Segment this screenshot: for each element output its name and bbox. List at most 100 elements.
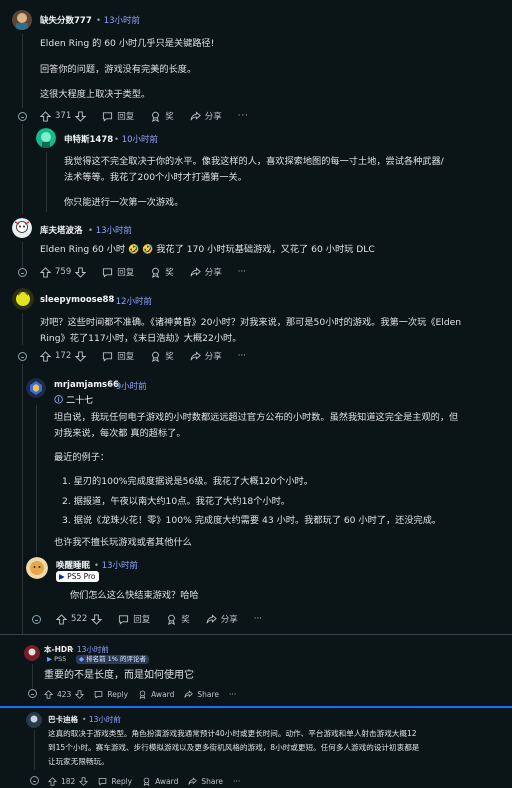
award-button[interactable]: 奖 xyxy=(166,613,190,625)
downvote-icon[interactable] xyxy=(91,613,103,625)
downvote-icon[interactable] xyxy=(75,350,87,362)
vote-control: 182 xyxy=(48,776,89,786)
username[interactable]: 缺失分数777 xyxy=(40,14,92,26)
reply-button[interactable]: 回复 xyxy=(102,110,134,122)
comment-actions: 423 Reply Award Share ··· xyxy=(44,687,252,701)
collapse-thread-button[interactable] xyxy=(18,352,27,361)
more-options-button[interactable]: ··· xyxy=(238,267,246,277)
collapse-thread-button[interactable] xyxy=(28,689,37,698)
divider xyxy=(0,634,512,635)
share-button[interactable]: 分享 xyxy=(190,350,222,362)
emoji: 🤣 🤣 xyxy=(128,245,154,255)
comment-text: Elden Ring 的 60 小时几乎只是关键路径! xyxy=(40,38,215,49)
username[interactable]: 本-HDR xyxy=(44,644,73,655)
comment-icon xyxy=(103,351,113,362)
downvote-icon[interactable] xyxy=(75,110,87,122)
username[interactable]: 唤醒睡眠 xyxy=(56,559,90,571)
award-button[interactable]: 奖 xyxy=(150,350,174,362)
thread-line xyxy=(36,405,37,555)
upvote-icon[interactable] xyxy=(40,110,51,122)
avatar[interactable] xyxy=(12,10,32,30)
share-button[interactable]: Share xyxy=(188,777,223,786)
award-button[interactable]: Award xyxy=(138,690,174,699)
award-button[interactable]: 奖 xyxy=(150,266,174,278)
share-icon xyxy=(188,776,198,785)
reply-label: Reply xyxy=(111,776,133,786)
award-button[interactable]: 奖 xyxy=(150,110,174,122)
user-flair: ▶ PS5 xyxy=(44,655,69,664)
comment-text: 这很大程度上取决于类型。 xyxy=(40,89,151,100)
avatar[interactable] xyxy=(36,128,56,148)
more-icon: ··· xyxy=(229,689,237,699)
collapse-thread-button[interactable] xyxy=(18,112,27,121)
avatar[interactable] xyxy=(12,218,32,238)
comment-text-part: 我花了 170 小时玩基础游戏，又花了 60 小时玩 DLC xyxy=(156,244,375,255)
reply-button[interactable]: Reply xyxy=(94,690,128,699)
more-options-button[interactable]: ··· xyxy=(238,351,246,361)
more-options-button[interactable]: ··· xyxy=(238,111,249,121)
upvote-icon[interactable] xyxy=(48,776,57,786)
award-label: 奖 xyxy=(165,352,174,362)
downvote-icon[interactable] xyxy=(75,689,85,699)
more-icon: ··· xyxy=(237,111,249,121)
share-label: 分享 xyxy=(204,112,222,122)
username[interactable]: 库夫塔波洛 xyxy=(40,224,83,236)
award-icon xyxy=(152,267,160,278)
flair-text: PS5 xyxy=(54,655,67,663)
reply-label: 回复 xyxy=(117,352,135,362)
reply-label: 回复 xyxy=(117,112,135,122)
downvote-icon[interactable] xyxy=(75,266,87,278)
comment-text: 对我来说，每次都 真的超标了。 xyxy=(54,428,186,439)
award-icon xyxy=(143,777,150,786)
share-button[interactable]: 分享 xyxy=(190,266,222,278)
reply-button[interactable]: Reply xyxy=(98,777,132,786)
flair-text: 二十七 xyxy=(66,396,94,406)
avatar[interactable] xyxy=(26,557,48,579)
upvote-icon[interactable] xyxy=(44,689,53,699)
vote-count: 423 xyxy=(57,689,72,699)
thread-line xyxy=(32,664,33,688)
more-options-button[interactable]: ··· xyxy=(233,777,240,786)
collapse-thread-button[interactable] xyxy=(18,268,27,277)
comment-text: 坦白说，我玩任何电子游戏的小时数都远远超过官方公布的小时数。虽然我知道这完全是主… xyxy=(54,412,459,423)
username[interactable]: 申特斯1478 xyxy=(64,133,113,145)
timestamp: • 13小时前 xyxy=(70,645,109,654)
share-button[interactable]: 分享 xyxy=(190,110,222,122)
comment-text: 这真的取决于游戏类型。角色扮演游戏我通常预计40小时或更长时间。动作、平台游戏和… xyxy=(48,729,417,738)
share-button[interactable]: Share xyxy=(184,690,219,699)
upvote-icon[interactable] xyxy=(40,350,51,362)
vote-control: 759 xyxy=(40,266,87,278)
avatar[interactable] xyxy=(24,645,40,661)
award-icon xyxy=(152,351,160,362)
vote-count: 759 xyxy=(55,267,72,277)
award-label: 奖 xyxy=(165,268,174,278)
divider xyxy=(0,706,512,708)
award-icon xyxy=(168,614,176,625)
award-button[interactable]: Award xyxy=(142,777,178,786)
award-label: 奖 xyxy=(165,112,174,122)
reply-button[interactable]: 回复 xyxy=(118,613,150,625)
avatar[interactable] xyxy=(12,288,34,310)
more-icon: ··· xyxy=(237,267,246,277)
list-item: 1. 星刃的100%完成度据说是56级。我花了大概120个小时。 xyxy=(62,476,313,487)
comment-text: 也许我不擅长玩游戏或者其他什么 xyxy=(54,537,192,548)
avatar[interactable] xyxy=(26,378,46,398)
avatar[interactable] xyxy=(26,712,42,728)
upvote-icon[interactable] xyxy=(56,613,67,625)
username[interactable]: 巴卡迪格 xyxy=(48,714,78,725)
downvote-icon[interactable] xyxy=(79,776,89,786)
share-icon xyxy=(184,689,194,698)
more-options-button[interactable]: ··· xyxy=(254,614,262,624)
username[interactable]: sleepymoose88 xyxy=(40,295,114,305)
more-icon: ··· xyxy=(253,614,262,624)
share-button[interactable]: 分享 xyxy=(206,613,238,625)
collapse-thread-button[interactable] xyxy=(30,776,39,785)
reply-button[interactable]: 回复 xyxy=(102,350,134,362)
vote-count: 172 xyxy=(55,351,72,361)
upvote-icon[interactable] xyxy=(40,266,51,278)
collapse-thread-button[interactable] xyxy=(32,615,41,624)
more-options-button[interactable]: ··· xyxy=(229,690,236,699)
badge-text: 排名前 1% 的评论者 xyxy=(86,655,147,663)
comment-text: 你们怎么这么快结束游戏？哈哈 xyxy=(70,590,199,601)
reply-button[interactable]: 回复 xyxy=(102,266,134,278)
